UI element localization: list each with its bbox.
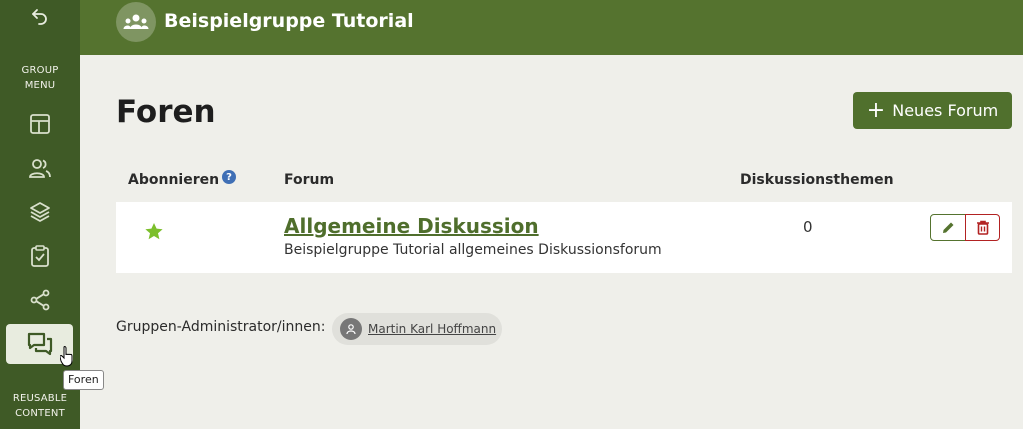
help-icon[interactable]: ? <box>222 170 236 184</box>
back-icon[interactable] <box>28 4 52 28</box>
column-header-topics: Diskussionsthemen <box>740 172 894 188</box>
share-icon <box>30 289 50 311</box>
layout-icon <box>30 114 50 134</box>
group-title[interactable]: Beispielgruppe Tutorial <box>164 10 414 32</box>
edit-button[interactable] <box>930 214 966 241</box>
group-menu-heading: GROUP MENU <box>0 63 80 93</box>
forum-title-link[interactable]: Allgemeine Diskussion <box>284 214 539 238</box>
sidebar-item-members[interactable] <box>16 151 64 185</box>
column-header-forum: Forum <box>284 172 335 188</box>
new-forum-label: Neues Forum <box>892 101 999 120</box>
admin-chip[interactable]: Martin Karl Hoffmann <box>332 313 502 345</box>
sidebar-item-tasks[interactable] <box>16 239 64 273</box>
clipboard-check-icon <box>31 245 49 267</box>
admin-name-link[interactable]: Martin Karl Hoffmann <box>368 322 496 336</box>
reusable-line2: CONTENT <box>15 408 65 419</box>
delete-button[interactable] <box>965 214 1000 241</box>
topic-count: 0 <box>803 218 813 236</box>
sidebar-item-share[interactable] <box>16 283 64 317</box>
group-menu-line1: GROUP <box>21 65 59 76</box>
star-icon[interactable] <box>144 222 164 245</box>
group-icon <box>116 2 156 42</box>
group-menu-line2: MENU <box>24 80 56 91</box>
trash-icon <box>976 220 989 235</box>
reusable-line1: REUSABLE <box>12 393 68 404</box>
user-avatar-icon <box>340 318 362 340</box>
sidebar-item-dashboard[interactable] <box>16 107 64 141</box>
plus-icon: + <box>866 97 886 123</box>
pencil-icon <box>943 222 954 233</box>
admins-label: Gruppen-Administrator/innen: <box>116 319 326 335</box>
table-row: Allgemeine Diskussion Beispielgruppe Tut… <box>116 202 1012 273</box>
sidebar-item-content[interactable] <box>16 195 64 229</box>
reusable-content-heading: REUSABLE CONTENT <box>0 391 80 421</box>
tooltip: Foren <box>63 370 104 390</box>
column-header-subscribe: Abonnieren <box>128 172 220 188</box>
users-icon <box>29 159 51 178</box>
hand-cursor-icon <box>60 346 73 367</box>
forum-icon <box>27 332 52 356</box>
page-title: Foren <box>116 94 216 130</box>
group-header: Beispielgruppe Tutorial <box>80 0 1023 55</box>
forum-description: Beispielgruppe Tutorial allgemeines Disk… <box>284 242 662 258</box>
new-forum-button[interactable]: + Neues Forum <box>853 92 1012 129</box>
layers-icon <box>30 202 50 222</box>
